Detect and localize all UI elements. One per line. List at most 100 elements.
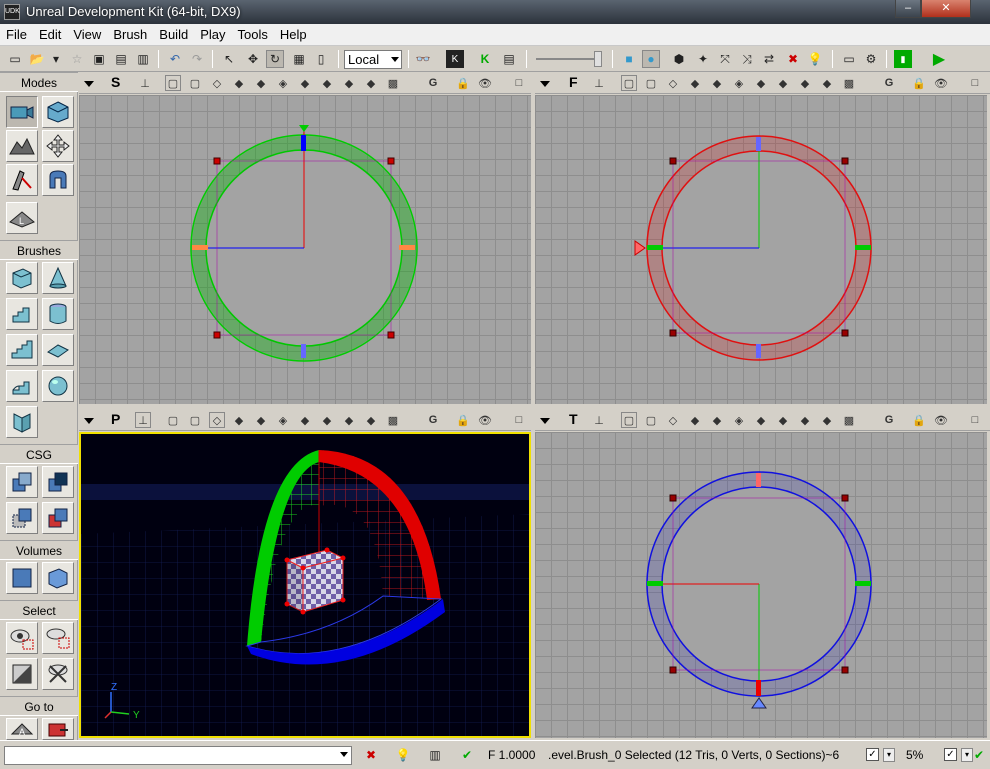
linear-stair-brush-icon[interactable] bbox=[6, 334, 38, 366]
minimize-button[interactable]: – bbox=[895, 0, 921, 18]
binoculars-icon[interactable]: 👓 bbox=[414, 50, 432, 68]
command-dropdown-icon[interactable] bbox=[340, 752, 348, 757]
curved-stair-brush-icon[interactable] bbox=[6, 298, 38, 330]
lit-icon[interactable]: ◆ bbox=[231, 412, 247, 428]
maximize-viewport-icon[interactable]: □ bbox=[967, 75, 983, 91]
open-dropdown-icon[interactable]: ▾ bbox=[50, 50, 62, 68]
game-view-icon[interactable]: G bbox=[881, 75, 897, 91]
lock-icon[interactable]: 🔒 bbox=[911, 412, 927, 428]
build-paths-icon[interactable]: ⤧ bbox=[716, 50, 734, 68]
play-viewport-icon[interactable]: ▭ bbox=[840, 50, 858, 68]
snap-toggle-icon[interactable]: ✖ bbox=[362, 746, 380, 764]
light-complexity-icon[interactable]: ◆ bbox=[753, 75, 769, 91]
slider-thumb[interactable] bbox=[594, 51, 602, 67]
favorite-icon[interactable]: ☆ bbox=[68, 50, 86, 68]
translate-icon[interactable]: ✥ bbox=[244, 50, 262, 68]
move-all-icon[interactable] bbox=[42, 130, 74, 162]
lock-pivot-icon[interactable]: ⊥ bbox=[137, 75, 153, 91]
lightmap-density-icon[interactable]: ◆ bbox=[363, 412, 379, 428]
light-complexity-icon[interactable]: ◆ bbox=[297, 75, 313, 91]
shader-complexity-icon[interactable]: ◆ bbox=[341, 75, 357, 91]
light-complexity-icon[interactable]: ◆ bbox=[297, 412, 313, 428]
save-all-icon[interactable]: ▤ bbox=[112, 50, 130, 68]
lock-pivot-icon[interactable]: ⊥ bbox=[135, 412, 151, 428]
viewport-options-dropdown[interactable] bbox=[540, 418, 550, 424]
light-complexity-icon[interactable]: ◆ bbox=[753, 412, 769, 428]
lock-icon[interactable]: 🔒 bbox=[911, 75, 927, 91]
menu-help[interactable]: Help bbox=[274, 24, 313, 46]
sphere-brush-icon[interactable] bbox=[42, 370, 74, 402]
menu-tools[interactable]: Tools bbox=[232, 24, 274, 46]
cylinder-brush-icon[interactable] bbox=[42, 298, 74, 330]
coord-space-select[interactable]: Local bbox=[344, 50, 402, 69]
lighting-channels-icon[interactable]: ▩ bbox=[841, 75, 857, 91]
csg-add-icon[interactable] bbox=[6, 466, 38, 498]
game-view-icon[interactable]: G bbox=[425, 75, 441, 91]
save-copy-icon[interactable]: ▥ bbox=[134, 50, 152, 68]
csg-deintersect-icon[interactable] bbox=[42, 502, 74, 534]
apply-check-icon[interactable]: ✔ bbox=[458, 746, 476, 764]
lock-pivot-icon[interactable]: ⊥ bbox=[591, 75, 607, 91]
lightmap-density-icon[interactable]: ◆ bbox=[819, 412, 835, 428]
unlit-icon[interactable]: ◇ bbox=[209, 412, 225, 428]
lit-icon[interactable]: ◆ bbox=[687, 75, 703, 91]
sheet-brush-icon[interactable] bbox=[42, 334, 74, 366]
menu-play[interactable]: Play bbox=[194, 24, 231, 46]
shader-complexity-icon[interactable]: ◆ bbox=[341, 412, 357, 428]
detail-lighting-icon[interactable]: ◆ bbox=[253, 412, 269, 428]
shader-complexity-icon[interactable]: ◆ bbox=[797, 412, 813, 428]
lock-pivot-icon[interactable]: ⊥ bbox=[591, 412, 607, 428]
shader-complexity-icon[interactable]: ◆ bbox=[797, 75, 813, 91]
wireframe-icon[interactable]: ▢ bbox=[165, 75, 181, 91]
hide-selected-icon[interactable] bbox=[42, 622, 74, 654]
menu-edit[interactable]: Edit bbox=[33, 24, 67, 46]
goto-actor-icon[interactable]: A bbox=[6, 718, 38, 740]
terrain-mode-icon[interactable] bbox=[6, 130, 38, 162]
side-viewport[interactable] bbox=[79, 95, 531, 404]
scale-lock-icon[interactable]: ▥ bbox=[426, 746, 444, 764]
unlit-icon[interactable]: ◇ bbox=[665, 75, 681, 91]
sphere-icon[interactable]: ● bbox=[642, 50, 660, 68]
unlit-icon[interactable]: ◇ bbox=[665, 412, 681, 428]
kismet-icon[interactable]: K bbox=[446, 50, 464, 68]
lock-icon[interactable]: 🔒 bbox=[455, 75, 471, 91]
slider-track[interactable] bbox=[536, 58, 600, 60]
viewport-options-dropdown[interactable] bbox=[540, 81, 550, 87]
play-icon[interactable]: ▶ bbox=[922, 50, 956, 68]
command-input[interactable] bbox=[4, 746, 352, 765]
lightmap-density-icon[interactable]: ◆ bbox=[363, 75, 379, 91]
lit-icon[interactable]: ◆ bbox=[687, 412, 703, 428]
undo-icon[interactable]: ↶ bbox=[166, 50, 184, 68]
game-view-icon[interactable]: G bbox=[425, 412, 441, 428]
texture-density-icon[interactable]: ◆ bbox=[319, 75, 335, 91]
wireframe-icon[interactable]: ▢ bbox=[165, 412, 181, 428]
show-flags-eye-icon[interactable]: 👁 bbox=[933, 412, 949, 428]
open-icon[interactable]: 📂 bbox=[28, 50, 46, 68]
select-cursor-icon[interactable]: ↖ bbox=[220, 50, 238, 68]
perspective-viewport[interactable]: Z Y bbox=[79, 432, 531, 738]
landscape-mode-icon[interactable]: L bbox=[6, 202, 38, 234]
mesh-paint-icon[interactable] bbox=[42, 164, 74, 196]
detail-lighting-icon[interactable]: ◆ bbox=[709, 412, 725, 428]
lighting-only-icon[interactable]: ◈ bbox=[275, 75, 291, 91]
add-volume-icon[interactable] bbox=[6, 562, 38, 594]
grid-dropdown-icon[interactable]: ▾ bbox=[883, 748, 895, 762]
wireframe-icon[interactable]: ▢ bbox=[621, 412, 637, 428]
texture-density-icon[interactable]: ◆ bbox=[775, 412, 791, 428]
show-flags-eye-icon[interactable]: 👁 bbox=[477, 75, 493, 91]
play-console-icon[interactable]: ▮ bbox=[894, 50, 912, 68]
lighting-only-icon[interactable]: ◈ bbox=[275, 412, 291, 428]
goto-builder-icon[interactable] bbox=[42, 718, 74, 740]
volumetric-brush-icon[interactable] bbox=[6, 406, 38, 438]
volume-cube-icon[interactable] bbox=[42, 562, 74, 594]
viewport-type-label[interactable]: T bbox=[569, 411, 578, 427]
lighting-only-icon[interactable]: ◈ bbox=[731, 412, 747, 428]
viewport-options-dropdown[interactable] bbox=[84, 81, 94, 87]
texture-density-icon[interactable]: ◆ bbox=[319, 412, 335, 428]
texture-mode-icon[interactable] bbox=[6, 164, 38, 196]
show-flags-eye-icon[interactable]: 👁 bbox=[477, 412, 493, 428]
scale-nonuniform-icon[interactable]: ▯ bbox=[312, 50, 330, 68]
csg-subtract-icon[interactable] bbox=[42, 466, 74, 498]
menu-build[interactable]: Build bbox=[153, 24, 194, 46]
detail-lighting-icon[interactable]: ◆ bbox=[253, 75, 269, 91]
